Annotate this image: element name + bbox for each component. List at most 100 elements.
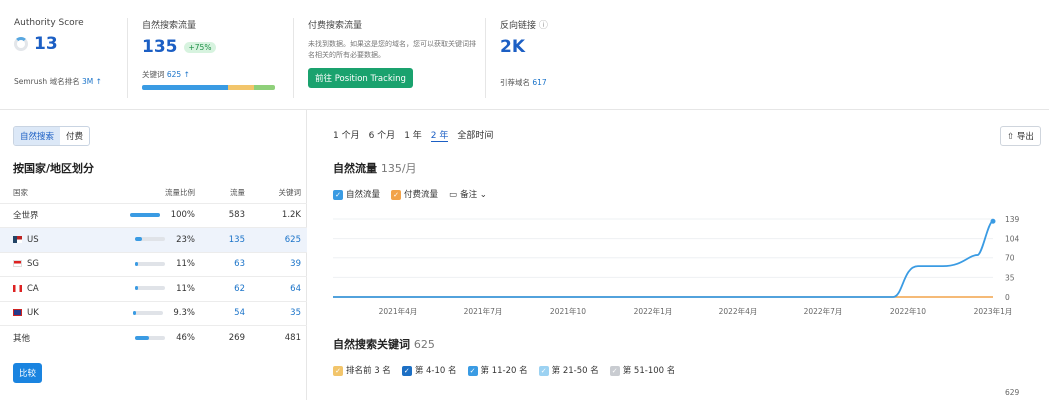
country-table: 国家 流量比例 流量 关键词 全世界 100% 583 1.2K US 23% … bbox=[0, 183, 307, 350]
col-share: 流量比例 bbox=[165, 188, 195, 198]
table-row[interactable]: CA 11% 62 64 bbox=[0, 276, 307, 301]
legend-label: 第 11-20 名 bbox=[480, 366, 528, 376]
traffic-title-text: 自然流量 bbox=[333, 162, 377, 175]
traffic-value: 583 bbox=[201, 202, 251, 228]
checkbox-icon: ✓ bbox=[333, 365, 343, 376]
col-traffic: 流量 bbox=[230, 188, 245, 198]
share-value: 100% bbox=[170, 210, 195, 221]
position-tracking-button[interactable]: 前往 Position Tracking bbox=[308, 68, 413, 88]
authority-value[interactable]: 13 bbox=[34, 34, 58, 54]
export-label: 导出 bbox=[1016, 132, 1034, 142]
country-cell: US bbox=[0, 227, 111, 252]
keywords-value[interactable]: 35 bbox=[251, 300, 307, 326]
table-row[interactable]: 其他 46% 269 481 bbox=[0, 325, 307, 350]
traffic-value[interactable]: 63 bbox=[201, 251, 251, 277]
traffic-value[interactable]: 135 bbox=[201, 227, 251, 252]
keywords-value: 1.2K bbox=[251, 202, 307, 228]
y-tick-label: 139 bbox=[1005, 215, 1020, 224]
x-tick-label: 2021年10 bbox=[550, 306, 586, 316]
checkbox-icon: ✓ bbox=[609, 365, 620, 376]
tab-organic[interactable]: 自然搜索 bbox=[14, 127, 61, 145]
share-cell: 46% bbox=[111, 325, 201, 350]
legend-label: 第 4-10 名 bbox=[414, 366, 457, 376]
backlinks-title: 反向链接 ⓘ bbox=[500, 18, 635, 31]
country-name: 全世界 bbox=[0, 202, 111, 228]
x-tick-label: 2021年7月 bbox=[464, 306, 503, 316]
country-cell: UK bbox=[0, 300, 111, 326]
legend-top3[interactable]: ✓ 排名前 3 名 bbox=[333, 364, 391, 376]
range-1y[interactable]: 1 年 bbox=[404, 128, 422, 142]
legend-paid[interactable]: ✓ 付费流量 bbox=[391, 188, 438, 200]
keywords-top-tick: 629 bbox=[1005, 388, 1020, 397]
traffic-chart: 139 104 70 35 0 2021年4月 2021年7月 2021年10 2022年1月 2… bbox=[333, 215, 1020, 316]
organic-card: 自然搜索流量 135 +75% 关键词 625 ↑ bbox=[127, 18, 292, 98]
x-tick-label: 2023年1月 bbox=[974, 306, 1013, 316]
y-tick-label: 0 bbox=[1005, 293, 1010, 302]
col-country: 国家 bbox=[13, 188, 28, 198]
traffic-legend: ✓ 自然流量 ✓ 付费流量 ▭ 备注 ⌄ bbox=[333, 188, 487, 200]
rank-label: Semrush 域名排名 bbox=[14, 77, 80, 86]
backlinks-value[interactable]: 2K bbox=[500, 37, 635, 57]
country-name: SG bbox=[27, 259, 39, 270]
legend-label: 自然流量 bbox=[346, 190, 381, 200]
country-cell: CA bbox=[0, 276, 111, 301]
kw-value[interactable]: 625 ↑ bbox=[167, 70, 190, 79]
paid-desc: 未找到数据。如果这是您的域名，您可以获取关键词排名相关的所有必要数据。 bbox=[308, 40, 476, 59]
x-tick-label: 2022年4月 bbox=[719, 306, 758, 316]
table-row[interactable]: UK 9.3% 54 35 bbox=[0, 300, 307, 326]
y-tick-label: 70 bbox=[1005, 254, 1015, 263]
info-icon[interactable]: ⓘ bbox=[539, 21, 548, 31]
country-name: CA bbox=[27, 283, 39, 294]
share-value: 9.3% bbox=[173, 308, 195, 319]
uk-flag-icon bbox=[13, 309, 22, 317]
x-tick-label: 2022年1月 bbox=[634, 306, 673, 316]
range-2y[interactable]: 2 年 bbox=[430, 128, 449, 142]
tab-paid[interactable]: 付费 bbox=[60, 127, 89, 145]
legend-organic[interactable]: ✓ 自然流量 bbox=[333, 188, 380, 200]
col-keywords: 关键词 bbox=[278, 188, 302, 198]
share-bar bbox=[129, 212, 160, 217]
metrics-bar: Authority Score 13 Semrush 域名排名 3M ↑ 自然搜… bbox=[0, 0, 1049, 110]
share-bar bbox=[135, 286, 166, 291]
ref-value[interactable]: 617 bbox=[532, 78, 546, 87]
ref-label: 引荐域名 bbox=[500, 78, 530, 87]
organic-value[interactable]: 135 bbox=[142, 37, 178, 57]
checkbox-icon: ✓ bbox=[538, 365, 549, 376]
legend-label: 备注 bbox=[460, 190, 478, 200]
table-row[interactable]: US 23% 135 625 bbox=[0, 227, 307, 252]
traffic-value[interactable]: 62 bbox=[201, 276, 251, 301]
share-cell: 9.3% bbox=[111, 300, 201, 326]
country-name: 其他 bbox=[0, 325, 111, 350]
share-bar bbox=[135, 237, 166, 242]
checkbox-icon: ✓ bbox=[391, 189, 402, 200]
country-name: UK bbox=[27, 308, 39, 319]
export-icon: ⇧ bbox=[1007, 132, 1015, 142]
keywords-chart-title: 自然搜索关键词 625 bbox=[333, 336, 435, 352]
keywords-title-text: 自然搜索关键词 bbox=[333, 338, 410, 351]
keywords-value[interactable]: 39 bbox=[251, 251, 307, 277]
legend-11-20[interactable]: ✓ 第 11-20 名 bbox=[467, 364, 528, 376]
range-6m[interactable]: 6 个月 bbox=[369, 128, 396, 142]
table-row[interactable]: SG 11% 63 39 bbox=[0, 251, 307, 277]
range-1m[interactable]: 1 个月 bbox=[333, 128, 360, 142]
traffic-value: 269 bbox=[201, 325, 251, 350]
authority-ring-icon bbox=[14, 37, 28, 51]
legend-51-100[interactable]: ✓ 第 51-100 名 bbox=[609, 364, 675, 376]
legend-21-50[interactable]: ✓ 第 21-50 名 bbox=[538, 364, 599, 376]
legend-label: 付费流量 bbox=[404, 190, 439, 200]
traffic-value[interactable]: 54 bbox=[201, 300, 251, 326]
legend-notes[interactable]: ▭ 备注 ⌄ bbox=[449, 188, 487, 200]
keywords-value[interactable]: 64 bbox=[251, 276, 307, 301]
share-cell: 11% bbox=[111, 251, 201, 277]
export-button[interactable]: ⇧ 导出 bbox=[1000, 126, 1041, 146]
keywords-value[interactable]: 625 bbox=[251, 227, 307, 252]
sg-flag-icon bbox=[13, 260, 22, 268]
date-range-selector: 1 个月 6 个月 1 年 2 年 全部时间 bbox=[333, 128, 493, 142]
share-value: 11% bbox=[176, 283, 195, 294]
rank-value[interactable]: 3M ↑ bbox=[82, 77, 102, 86]
legend-4-10[interactable]: ✓ 第 4-10 名 bbox=[401, 364, 457, 376]
share-bar bbox=[135, 261, 166, 266]
compare-button[interactable]: 比较 bbox=[13, 363, 43, 383]
range-all[interactable]: 全部时间 bbox=[457, 128, 493, 142]
table-row[interactable]: 全世界 100% 583 1.2K bbox=[0, 202, 307, 228]
